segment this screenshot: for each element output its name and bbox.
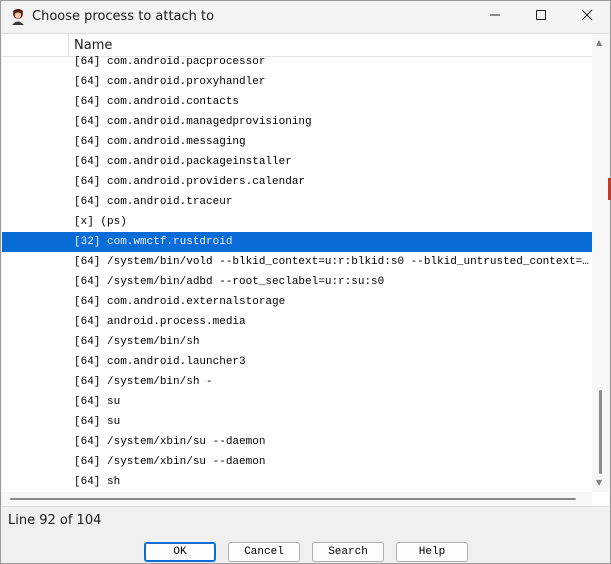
process-row[interactable]: [64] com.android.externalstorage <box>2 292 592 312</box>
process-row[interactable]: [64] sh <box>2 472 592 492</box>
horizontal-scroll-thumb[interactable] <box>10 498 576 500</box>
process-list[interactable]: Name [64] com.android.pacprocessor [64] c… <box>2 33 609 507</box>
scroll-up-icon[interactable]: ▲ <box>596 38 602 47</box>
process-row[interactable]: [64] /system/bin/vold --blkid_context=u:… <box>2 252 592 272</box>
close-button[interactable] <box>564 1 610 32</box>
process-row[interactable]: [64] com.android.managedprovisioning <box>2 112 592 132</box>
horizontal-scrollbar[interactable] <box>2 492 592 506</box>
search-button[interactable]: Search <box>312 542 384 562</box>
minimize-button[interactable] <box>472 1 518 32</box>
minimize-icon <box>489 9 501 25</box>
window-title: Choose process to attach to <box>32 9 215 24</box>
vertical-scroll-thumb[interactable] <box>599 390 602 474</box>
close-icon <box>581 9 593 25</box>
process-row[interactable]: [64] /system/bin/sh - <box>2 372 592 392</box>
process-row[interactable]: [64] /system/xbin/su --daemon <box>2 452 592 472</box>
cancel-button[interactable]: Cancel <box>228 542 300 562</box>
process-row[interactable]: [64] /system/bin/sh <box>2 332 592 352</box>
process-row[interactable]: [64] com.android.providers.calendar <box>2 172 592 192</box>
process-row[interactable]: [64] com.android.pacprocessor <box>2 52 592 72</box>
column-header-name[interactable]: Name <box>74 38 112 53</box>
ok-button[interactable]: OK <box>144 542 216 562</box>
process-row[interactable]: [64] com.android.messaging <box>2 132 592 152</box>
process-row[interactable]: [64] com.android.traceur <box>2 192 592 212</box>
title-bar[interactable]: Choose process to attach to <box>1 1 610 32</box>
process-row[interactable]: [64] com.android.packageinstaller <box>2 152 592 172</box>
process-row[interactable]: [32] com.wmctf.rustdroid <box>2 232 592 252</box>
help-button[interactable]: Help <box>396 542 468 562</box>
process-row[interactable]: [64] android.process.media <box>2 312 592 332</box>
process-row[interactable]: [64] com.android.proxyhandler <box>2 72 592 92</box>
process-row[interactable]: [64] su <box>2 392 592 412</box>
process-row[interactable]: [x] (ps) <box>2 212 592 232</box>
maximize-icon <box>535 9 547 25</box>
vertical-scrollbar[interactable]: ▲ ▼ <box>592 34 609 492</box>
maximize-button[interactable] <box>518 1 564 32</box>
process-rows: [64] com.android.pacprocessor [64] com.an… <box>2 52 592 492</box>
process-row[interactable]: [64] /system/xbin/su --daemon <box>2 432 592 452</box>
process-row[interactable]: [64] com.android.launcher3 <box>2 352 592 372</box>
process-row[interactable]: [64] com.android.contacts <box>2 92 592 112</box>
process-row[interactable]: [64] su <box>2 412 592 432</box>
status-line: Line 92 of 104 <box>8 513 102 528</box>
attach-process-dialog: Choose process to attach to Name [64] co… <box>0 0 611 564</box>
scroll-down-icon[interactable]: ▼ <box>596 478 602 487</box>
process-row[interactable]: [64] /system/bin/adbd --root_seclabel=u:… <box>2 272 592 292</box>
app-icon <box>9 7 27 25</box>
